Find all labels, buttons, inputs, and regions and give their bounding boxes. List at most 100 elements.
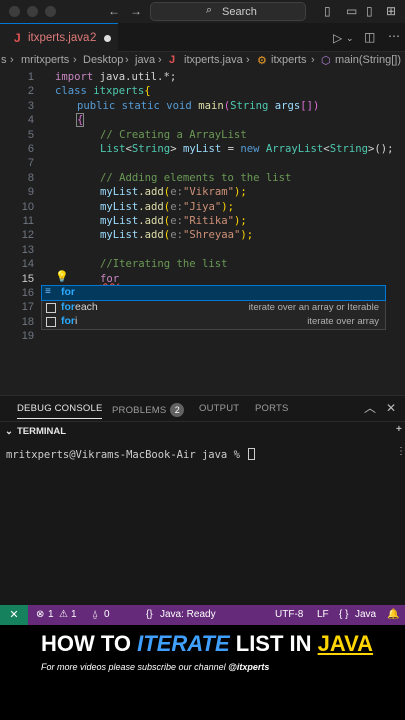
- run-dropdown-chevron-icon[interactable]: ⌄: [346, 31, 354, 45]
- unsaved-dot-icon[interactable]: [104, 35, 111, 42]
- language-braces-icon[interactable]: { }: [339, 609, 348, 620]
- breadcrumb-item[interactable]: itxperts: [271, 54, 306, 66]
- split-editor-icon[interactable]: ◫: [364, 30, 375, 44]
- breadcrumb-item[interactable]: main(String[]): [335, 54, 401, 66]
- line-number: 10: [21, 200, 34, 213]
- warning-icon[interactable]: ⚠: [59, 609, 68, 620]
- error-count[interactable]: 1: [48, 609, 54, 620]
- notifications-bell-icon[interactable]: 🔔: [387, 609, 399, 620]
- search-label: Search: [222, 6, 257, 18]
- customize-layout-icon[interactable]: ⊞: [386, 4, 396, 18]
- remote-indicator[interactable]: ✕: [0, 605, 28, 625]
- close-window-button[interactable]: [9, 6, 20, 17]
- keyword-icon: ≡: [45, 286, 51, 297]
- lightbulb-icon[interactable]: 💡: [55, 270, 69, 283]
- chevron-down-icon: ⌄: [5, 426, 13, 437]
- line-ending[interactable]: LF: [317, 609, 329, 620]
- line-number: 2: [27, 85, 34, 98]
- forward-arrow-icon[interactable]: →: [130, 4, 142, 18]
- suggestion-item[interactable]: ≡ for: [41, 285, 386, 301]
- code-line: class itxperts{: [55, 85, 151, 98]
- tab-problems[interactable]: PROBLEMS 2: [112, 403, 185, 417]
- line-number: 13: [21, 243, 34, 256]
- line-number: 14: [21, 258, 34, 271]
- problems-badge: 2: [170, 403, 185, 417]
- line-number: 8: [27, 171, 34, 184]
- line-number: 11: [22, 215, 34, 227]
- code-line: myList.add(e:"Ritika");: [100, 215, 247, 227]
- encoding[interactable]: UTF-8: [275, 609, 303, 620]
- command-center-search[interactable]: ⌕ Search: [150, 2, 306, 21]
- line-number: 1: [27, 71, 34, 83]
- error-icon[interactable]: ⊗: [36, 609, 44, 620]
- line-number: 6: [27, 143, 34, 155]
- subscribe-line: For more videos please subscribe our cha…: [41, 662, 270, 672]
- minimize-window-button[interactable]: [27, 6, 38, 17]
- terminal-section-header[interactable]: ⌄ TERMINAL +: [0, 421, 405, 441]
- line-number: 17: [21, 301, 34, 314]
- breadcrumb-item[interactable]: java: [135, 54, 155, 66]
- code-line: {: [75, 113, 85, 128]
- window-titlebar: ← → ⌕ Search ▯ ▭ ▯ ⊞: [0, 0, 405, 23]
- video-caption-banner: HOW TO ITERATE LIST IN JAVA For more vid…: [0, 625, 405, 720]
- class-symbol-icon: ⚙: [257, 55, 267, 67]
- editor-tab-bar: J itxperts.java 2 ▷ ⌄ ◫ ⋯: [0, 23, 405, 52]
- back-arrow-icon[interactable]: ←: [108, 4, 120, 18]
- toggle-panel-icon[interactable]: ▭: [346, 4, 357, 18]
- status-bar: ✕ ⊗ 1 ⚠ 1 ⍙ 0 {} Java: Ready UTF-8 LF { …: [0, 605, 405, 625]
- toggle-secondary-sidebar-icon[interactable]: ▯: [366, 4, 373, 18]
- breadcrumb: s › mritxperts › Desktop › java › J itxp…: [0, 52, 405, 70]
- info-icon[interactable]: ⍙: [92, 609, 98, 620]
- maximize-panel-chevron-icon[interactable]: ︿: [364, 401, 376, 415]
- snippet-icon: [46, 317, 56, 327]
- method-symbol-icon: ⬡: [321, 55, 331, 67]
- code-line: myList.add(e:"Jiya");: [100, 200, 234, 213]
- tab-debug-console[interactable]: DEBUG CONSOLE: [17, 403, 103, 419]
- tab-filename: itxperts.java: [28, 32, 90, 44]
- java-file-icon: J: [169, 54, 176, 66]
- toggle-sidebar-icon[interactable]: ▯: [324, 4, 331, 18]
- breadcrumb-item[interactable]: mritxperts: [21, 54, 69, 66]
- language-mode[interactable]: Java: [355, 609, 376, 620]
- more-actions-icon[interactable]: ⋯: [388, 29, 400, 43]
- code-line: public static void main(String args[]): [77, 99, 320, 112]
- search-icon: ⌕: [206, 4, 213, 16]
- suggestion-item[interactable]: foreach iterate over an array or Iterabl…: [42, 301, 385, 315]
- breadcrumb-item[interactable]: Desktop: [83, 54, 123, 66]
- terminal-scroll-icon[interactable]: ⋮: [396, 446, 405, 457]
- tab-ports[interactable]: PORTS: [255, 403, 289, 414]
- java-status-icon[interactable]: {}: [146, 609, 153, 620]
- code-line: myList.add(e:"Vikram");: [100, 186, 247, 199]
- code-editor[interactable]: 1 2 3 4 5 6 7 8 9 10 11 12 13 14 15 16 1…: [0, 70, 405, 395]
- headline: HOW TO ITERATE LIST IN JAVA: [41, 631, 374, 656]
- suggestion-item[interactable]: fori iterate over array: [42, 315, 385, 329]
- line-number: 3: [27, 99, 34, 112]
- info-count[interactable]: 0: [104, 609, 110, 620]
- breadcrumb-item[interactable]: itxperts.java: [184, 54, 243, 66]
- code-line-active: for: [100, 272, 120, 285]
- warning-count[interactable]: 1: [71, 609, 77, 620]
- terminal-cursor: [248, 448, 256, 460]
- java-status[interactable]: Java: Ready: [160, 609, 216, 620]
- tab-problem-count: 2: [90, 32, 97, 44]
- close-panel-icon[interactable]: ✕: [386, 401, 396, 415]
- snippet-icon: [46, 302, 56, 313]
- code-line: List<String> myList = new ArrayList<Stri…: [100, 143, 394, 155]
- line-number: 12: [21, 229, 34, 242]
- add-terminal-icon[interactable]: +: [396, 424, 402, 435]
- line-number: 5: [27, 128, 34, 141]
- java-file-icon: J: [14, 31, 21, 45]
- tab-output[interactable]: OUTPUT: [199, 403, 239, 414]
- terminal-prompt[interactable]: mritxperts@Vikrams-MacBook-Air java %: [6, 448, 256, 461]
- maximize-window-button[interactable]: [45, 6, 56, 17]
- code-line: // Adding elements to the list: [100, 171, 292, 184]
- breadcrumb-item[interactable]: s: [1, 54, 7, 66]
- code-line: //Iterating the list: [100, 258, 228, 271]
- line-number-active: 15: [21, 272, 34, 285]
- suggestion-widget: ≡ for foreach iterate over an array or I…: [41, 285, 386, 330]
- bottom-panel: DEBUG CONSOLE PROBLEMS 2 OUTPUT PORTS ︿ ✕…: [0, 395, 405, 605]
- line-number: 7: [27, 157, 34, 170]
- run-icon[interactable]: ▷: [333, 31, 342, 45]
- code-line: import java.util.*;: [55, 71, 177, 83]
- tab-itxperts-java[interactable]: J itxperts.java 2: [0, 23, 118, 52]
